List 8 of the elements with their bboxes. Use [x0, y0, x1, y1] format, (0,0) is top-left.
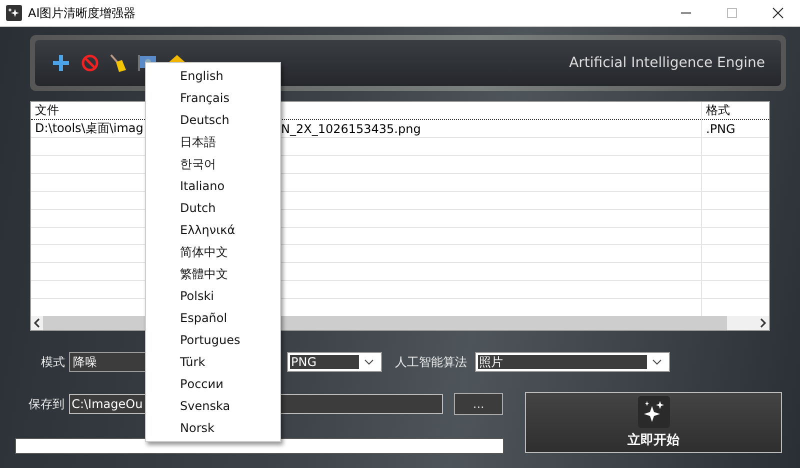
- table-cell-text: .PNG: [705, 120, 736, 137]
- table-cell: N_2X_1026153435.png: [281, 122, 421, 136]
- mode-label: 模式: [40, 354, 65, 370]
- save-label: 保存到: [28, 396, 65, 412]
- window-title: AI图片清晰度增强器: [28, 4, 136, 22]
- table-cell-text: D:\tools\桌面\imag: [35, 120, 144, 137]
- engine-label: Artificial Intelligence Engine: [569, 55, 765, 71]
- algorithm-label: 人工智能算法: [395, 354, 467, 370]
